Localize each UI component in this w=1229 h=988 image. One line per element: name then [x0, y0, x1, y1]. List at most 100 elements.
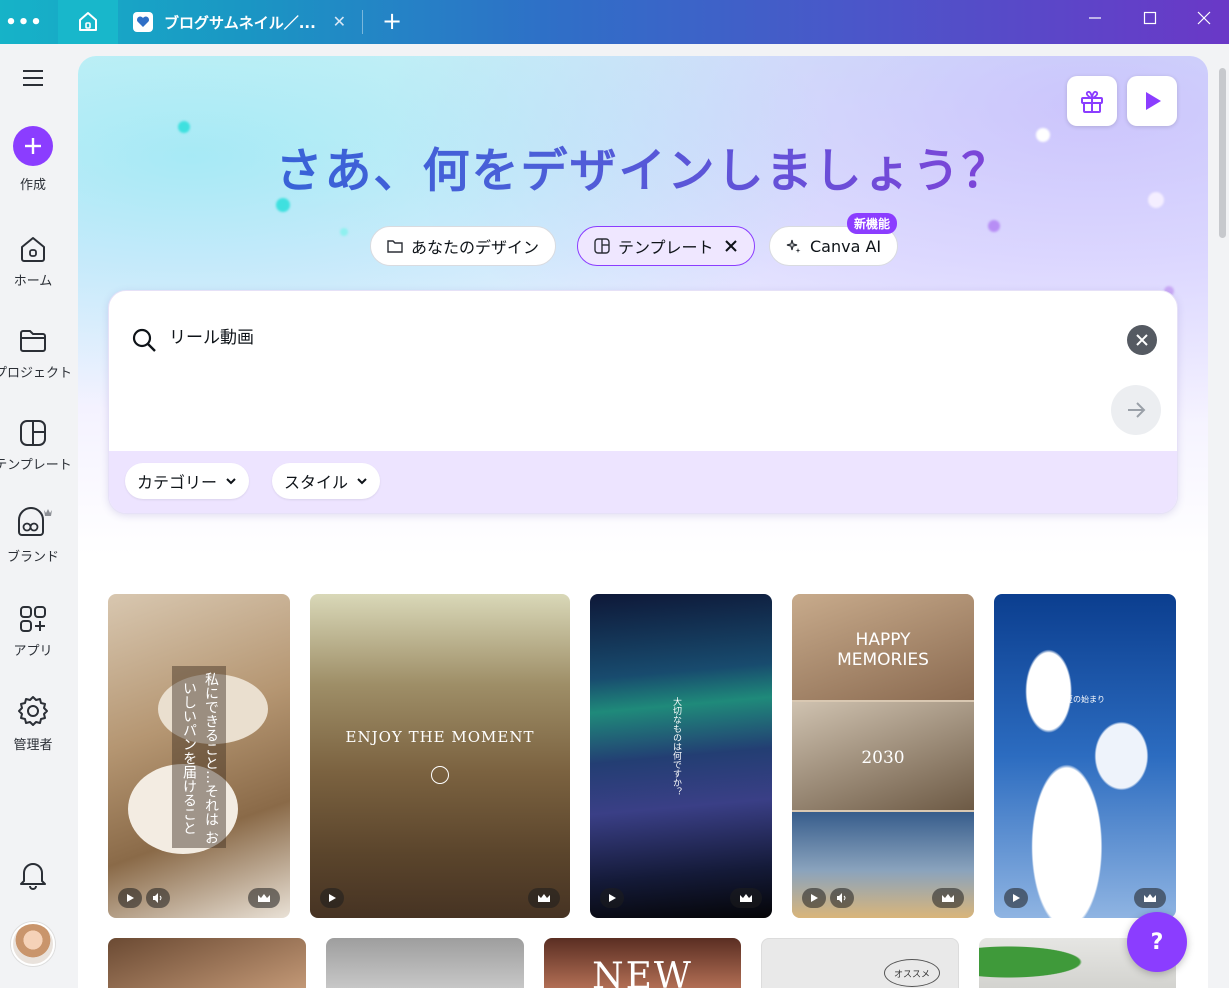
crown-icon	[932, 888, 964, 908]
template-text: 大切なものは何ですか？	[671, 696, 681, 796]
template-text: NEW	[592, 956, 693, 988]
search-input[interactable]	[169, 325, 1069, 345]
video-controls	[600, 888, 624, 908]
template-card[interactable]	[108, 938, 306, 988]
filter-label: スタイル	[284, 473, 349, 492]
chip-your-designs[interactable]: あなたのデザイン	[370, 226, 557, 266]
more-menu-icon[interactable]: •••	[0, 0, 48, 44]
sidebar-item-admin[interactable]: 管理者	[0, 694, 66, 753]
volume-icon[interactable]	[146, 888, 170, 908]
folder-icon	[20, 330, 46, 352]
home-tab[interactable]	[58, 0, 118, 44]
video-controls	[802, 888, 854, 908]
document-tab[interactable]: ブログサムネイル／... ✕	[120, 0, 360, 44]
home-icon	[21, 237, 45, 262]
template-text: オススメ	[884, 959, 940, 987]
search-icon	[132, 328, 156, 352]
brand-icon	[18, 507, 52, 536]
video-controls	[1004, 888, 1028, 908]
sidebar-item-label: ホーム	[13, 274, 53, 289]
avatar	[11, 922, 55, 966]
hamburger-menu-button[interactable]	[0, 68, 66, 88]
new-tab-button[interactable]: +	[378, 6, 406, 36]
play-icon[interactable]	[802, 888, 826, 908]
sidebar-item-label: アプリ	[13, 644, 53, 659]
sidebar-item-label: ブランド	[6, 550, 59, 565]
gift-icon	[1081, 90, 1103, 113]
help-button[interactable]: ?	[1127, 912, 1187, 972]
play-icon[interactable]	[320, 888, 344, 908]
sparkle-icon	[786, 239, 801, 253]
template-card-bread[interactable]: 私にできること…それは おいしいパンを届けること	[108, 594, 290, 918]
maximize-button[interactable]	[1122, 0, 1178, 36]
sidebar-item-home[interactable]: ホーム	[0, 234, 66, 289]
video-controls	[320, 888, 344, 908]
sidebar-item-apps[interactable]: アプリ	[0, 604, 66, 659]
sidebar-item-label: プロジェクト	[0, 366, 73, 381]
chip-label: Canva AI	[810, 236, 882, 256]
submit-search-button[interactable]	[1111, 385, 1161, 435]
notifications-button[interactable]	[0, 860, 66, 890]
crown-icon	[248, 888, 280, 908]
hamburger-icon	[23, 70, 43, 86]
play-button[interactable]	[1127, 76, 1177, 126]
template-card-memories[interactable]: HAPPY MEMORIES 2030	[792, 594, 974, 918]
page-title: さあ、何をデザインしましょう？	[78, 132, 1208, 201]
template-icon	[594, 238, 610, 254]
create-label: 作成	[19, 178, 46, 193]
play-icon	[1146, 92, 1161, 110]
sidebar-item-templates[interactable]: テンプレート	[0, 418, 72, 473]
scrollbar[interactable]	[1216, 56, 1229, 988]
title-bar: ••• ブログサムネイル／... ✕ +	[0, 0, 1229, 44]
template-card[interactable]	[326, 938, 524, 988]
home-icon	[79, 12, 97, 31]
sidebar-item-projects[interactable]: プロジェクト	[0, 326, 72, 381]
template-card-sky[interactable]: 夏の始まり	[994, 594, 1176, 918]
filter-label: カテゴリー	[137, 473, 218, 492]
play-icon[interactable]	[118, 888, 142, 908]
template-text: 私にできること…それは おいしいパンを届けること	[181, 671, 219, 845]
close-window-button[interactable]	[1176, 0, 1229, 36]
crown-icon	[730, 888, 762, 908]
scroll-thumb[interactable]	[1219, 68, 1226, 238]
create-button[interactable]: 作成	[0, 126, 66, 193]
volume-icon[interactable]	[830, 888, 854, 908]
left-sidebar: 作成 ホーム プロジェクト テンプレート ブランド アプリ 管理者	[0, 44, 72, 988]
chip-label: あなたのデザイン	[411, 238, 540, 257]
template-card[interactable]: オススメ	[761, 938, 959, 988]
category-filter[interactable]: カテゴリー	[125, 463, 250, 499]
style-filter[interactable]: スタイル	[272, 463, 381, 499]
template-card-field[interactable]: ENJOY THE MOMENT	[310, 594, 570, 918]
account-avatar[interactable]	[0, 922, 66, 966]
close-icon	[1136, 334, 1148, 346]
pause-icon[interactable]	[431, 766, 449, 784]
search-card: カテゴリー スタイル	[108, 290, 1178, 514]
heart-doc-icon	[133, 12, 153, 32]
crown-icon	[528, 888, 560, 908]
sidebar-item-label: テンプレート	[0, 458, 72, 473]
sparkle-decoration	[988, 220, 1000, 232]
template-text: HAPPY MEMORIES	[837, 630, 929, 670]
template-card-aurora[interactable]: 大切なものは何ですか？	[590, 594, 772, 918]
gift-button[interactable]	[1067, 76, 1117, 126]
video-controls	[118, 888, 170, 908]
chevron-down-icon	[357, 478, 367, 485]
gear-icon	[18, 696, 48, 726]
tab-separator	[362, 10, 363, 34]
template-text: ENJOY THE MOMENT	[345, 728, 535, 746]
play-icon[interactable]	[1004, 888, 1028, 908]
close-icon[interactable]	[724, 239, 738, 253]
clear-search-button[interactable]	[1127, 325, 1157, 355]
template-text: 夏の始まり	[1065, 695, 1105, 704]
chip-templates[interactable]: テンプレート	[577, 226, 755, 266]
crown-icon	[1134, 888, 1166, 908]
template-icon	[20, 420, 46, 446]
minimize-button[interactable]	[1067, 0, 1123, 36]
close-tab-icon[interactable]: ✕	[333, 12, 346, 31]
template-card[interactable]: NEW	[544, 938, 741, 988]
filter-bar: カテゴリー スタイル	[109, 451, 1177, 513]
bell-icon	[20, 863, 46, 890]
play-icon[interactable]	[600, 888, 624, 908]
sidebar-item-brand[interactable]: ブランド	[0, 506, 66, 565]
folder-icon	[387, 240, 403, 253]
